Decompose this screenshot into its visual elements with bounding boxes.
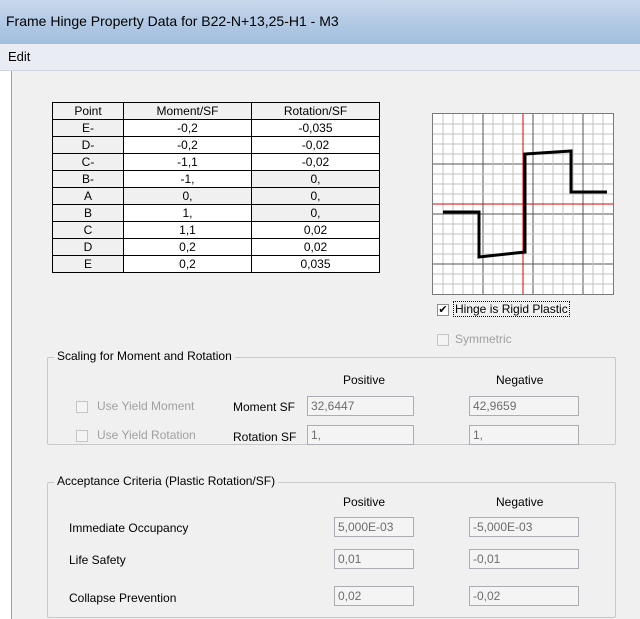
rigid-plastic-checkbox[interactable]: ✔ xyxy=(437,304,449,316)
moment-cell[interactable]: -1, xyxy=(123,170,252,188)
point-cell: D xyxy=(52,238,124,256)
col-header-moment: Moment/SF xyxy=(123,102,252,120)
point-cell: C xyxy=(52,221,124,239)
moment-cell[interactable]: -0,2 xyxy=(123,119,252,137)
rotation-cell[interactable]: 0,02 xyxy=(251,221,380,239)
point-cell: A xyxy=(52,187,124,205)
hinge-curve-plot xyxy=(432,113,614,295)
moment-cell[interactable]: 1, xyxy=(123,204,252,222)
symmetric-label: Symmetric xyxy=(455,332,512,346)
table-row: B 1, 0, xyxy=(52,204,380,222)
table-row: E- -0,2 -0,035 xyxy=(52,119,380,137)
rotation-sf-positive-input[interactable]: 1, xyxy=(307,425,414,445)
rotation-sf-negative-input[interactable]: 1, xyxy=(469,425,579,445)
moment-sf-label: Moment SF xyxy=(233,400,296,414)
moment-sf-negative-input[interactable]: 42,9659 xyxy=(469,396,579,416)
rotation-cell[interactable]: -0,02 xyxy=(251,136,380,154)
life-safety-label: Life Safety xyxy=(69,553,126,567)
table-row: D- -0,2 -0,02 xyxy=(52,136,380,154)
table-row: E 0,2 0,035 xyxy=(52,255,380,273)
title-bar[interactable]: Frame Hinge Property Data for B22-N+13,2… xyxy=(0,0,640,44)
acceptance-title: Acceptance Criteria (Plastic Rotation/SF… xyxy=(54,474,279,488)
table-row: C 1,1 0,02 xyxy=(52,221,380,239)
symmetric-checkbox[interactable] xyxy=(437,334,449,346)
point-cell: B xyxy=(52,204,124,222)
rotation-cell[interactable]: -0,02 xyxy=(251,153,380,171)
io-negative-input[interactable]: -5,000E-03 xyxy=(469,517,579,537)
rotation-cell[interactable]: 0,035 xyxy=(251,255,380,273)
moment-cell: 0, xyxy=(123,187,252,205)
table-row: C- -1,1 -0,02 xyxy=(52,153,380,171)
scaling-negative-header: Negative xyxy=(496,373,544,387)
menu-edit[interactable]: Edit xyxy=(8,49,30,64)
cp-positive-input[interactable]: 0,02 xyxy=(334,586,414,606)
moment-cell[interactable]: 1,1 xyxy=(123,221,252,239)
menu-bar: Edit xyxy=(0,44,640,71)
rigid-plastic-label[interactable]: Hinge is Rigid Plastic xyxy=(453,301,570,317)
moment-cell[interactable]: 0,2 xyxy=(123,255,252,273)
point-cell: D- xyxy=(52,136,124,154)
col-header-point: Point xyxy=(52,102,124,120)
scaling-positive-header: Positive xyxy=(343,373,386,387)
window-left-edge xyxy=(0,71,11,619)
use-yield-rotation-checkbox[interactable] xyxy=(76,430,88,442)
use-yield-moment-label: Use Yield Moment xyxy=(97,399,195,413)
table-row: A 0, 0, xyxy=(52,187,380,205)
point-cell: C- xyxy=(52,153,124,171)
moment-cell[interactable]: -0,2 xyxy=(123,136,252,154)
point-cell: E xyxy=(52,255,124,273)
point-cell: B- xyxy=(52,170,124,188)
table-row: D 0,2 0,02 xyxy=(52,238,380,256)
ls-negative-input[interactable]: -0,01 xyxy=(469,549,579,569)
hinge-curve-svg xyxy=(433,114,613,294)
col-header-rotation: Rotation/SF xyxy=(251,102,380,120)
rotation-sf-label: Rotation SF xyxy=(233,430,297,444)
rotation-cell: 0, xyxy=(251,170,380,188)
use-yield-moment-checkbox[interactable] xyxy=(76,401,88,413)
rotation-cell[interactable]: 0,02 xyxy=(251,238,380,256)
immediate-occupancy-label: Immediate Occupancy xyxy=(69,521,189,535)
ls-positive-input[interactable]: 0,01 xyxy=(334,549,414,569)
rotation-cell: 0, xyxy=(251,187,380,205)
acceptance-positive-header: Positive xyxy=(343,495,386,509)
scaling-title: Scaling for Moment and Rotation xyxy=(54,349,235,363)
moment-cell[interactable]: 0,2 xyxy=(123,238,252,256)
use-yield-rotation-label: Use Yield Rotation xyxy=(97,428,196,442)
check-mark-icon: ✔ xyxy=(438,304,448,316)
collapse-prevention-label: Collapse Prevention xyxy=(69,591,177,605)
rigid-plastic-text: Hinge is Rigid Plastic xyxy=(453,301,570,317)
window-title: Frame Hinge Property Data for B22-N+13,2… xyxy=(6,13,339,29)
rotation-cell: 0, xyxy=(251,204,380,222)
moment-sf-positive-input[interactable]: 32,6447 xyxy=(307,396,414,416)
table-row: B- -1, 0, xyxy=(52,170,380,188)
rotation-cell[interactable]: -0,035 xyxy=(251,119,380,137)
cp-negative-input[interactable]: -0,02 xyxy=(469,586,579,606)
acceptance-negative-header: Negative xyxy=(496,495,544,509)
point-cell: E- xyxy=(52,119,124,137)
moment-cell[interactable]: -1,1 xyxy=(123,153,252,171)
hinge-points-table: Point Moment/SF Rotation/SF E- -0,2 -0,0… xyxy=(52,102,380,273)
io-positive-input[interactable]: 5,000E-03 xyxy=(334,517,414,537)
